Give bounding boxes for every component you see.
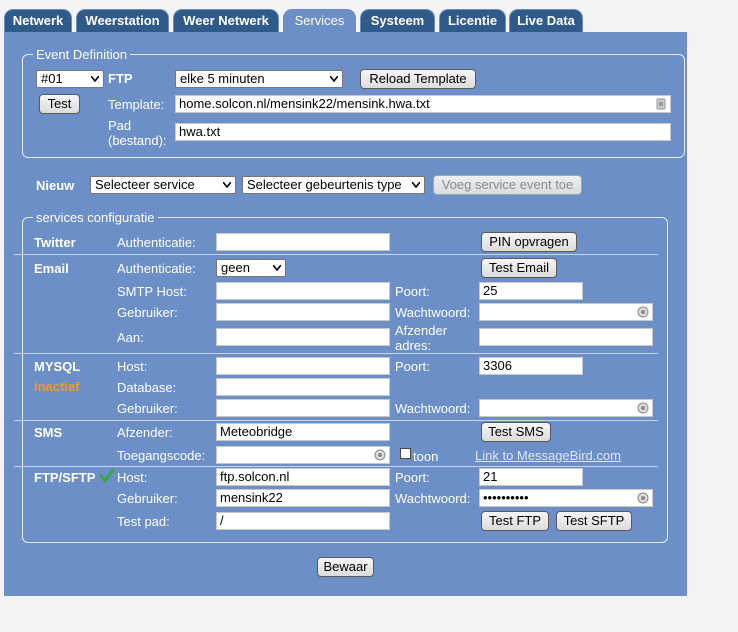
- show-code-checkbox[interactable]: [400, 448, 411, 459]
- mysql-db-label: Database:: [117, 380, 177, 395]
- messagebird-link[interactable]: Link to MessageBird.com: [475, 448, 621, 463]
- show-code-label: toon: [413, 449, 439, 464]
- tab-netwerk[interactable]: Netwerk: [4, 9, 72, 32]
- email-password-label: Wachtwoord:: [395, 305, 471, 320]
- mysql-host-label: Host:: [117, 359, 148, 374]
- sms-title: SMS: [34, 425, 63, 440]
- service-select[interactable]: Selecteer service: [90, 176, 236, 194]
- tab-licentie[interactable]: Licentie: [439, 9, 506, 32]
- ftp-user-input[interactable]: mensink22: [216, 489, 390, 507]
- mysql-status-badge: inactief: [34, 379, 80, 394]
- tab-live-data[interactable]: Live Data: [509, 9, 583, 32]
- tab-services[interactable]: Services: [283, 9, 356, 32]
- event-definition-legend: Event Definition: [36, 47, 128, 62]
- ftp-password-input[interactable]: ••••••••••: [479, 489, 653, 507]
- save-button[interactable]: Bewaar: [317, 557, 374, 577]
- mysql-title: MYSQL: [34, 359, 81, 374]
- test-event-button[interactable]: Test: [39, 94, 80, 114]
- mysql-port-label: Poort:: [395, 359, 430, 374]
- interval-select[interactable]: elke 5 minuten: [175, 70, 343, 88]
- email-password-input[interactable]: [479, 303, 653, 321]
- email-auth-select[interactable]: geen: [216, 259, 286, 277]
- chevron-down-icon: [91, 76, 99, 82]
- ftp-password-label: Wachtwoord:: [395, 491, 471, 506]
- ftp-user-label: Gebruiker:: [117, 491, 178, 506]
- checkmark-icon: [99, 468, 115, 483]
- chevron-down-icon: [330, 76, 338, 82]
- test-email-button[interactable]: Test Email: [481, 258, 557, 278]
- sms-code-label: Toegangscode:: [117, 448, 206, 463]
- ftp-testpath-input[interactable]: /: [216, 512, 390, 530]
- twitter-title: Twitter: [34, 235, 76, 250]
- divider: [14, 353, 658, 354]
- chevron-down-icon: [223, 182, 231, 188]
- template-label: Template:: [108, 97, 165, 112]
- tab-systeem[interactable]: Systeem: [360, 9, 435, 32]
- mysql-password-label: Wachtwoord:: [395, 401, 471, 416]
- pad-label: Pad (bestand):: [108, 118, 167, 148]
- mysql-user-input[interactable]: [216, 399, 390, 417]
- sms-sender-label: Afzender:: [117, 425, 173, 440]
- template-input[interactable]: home.solcon.nl/mensink22/mensink.hwa.txt: [175, 95, 671, 113]
- autofill-icon: [656, 98, 666, 110]
- password-reveal-icon: [637, 492, 649, 504]
- mysql-db-input[interactable]: [216, 378, 390, 396]
- divider: [14, 466, 658, 467]
- email-user-input[interactable]: [216, 303, 390, 321]
- twitter-auth-label: Authenticatie:: [117, 235, 196, 250]
- sms-sender-input[interactable]: Meteobridge: [216, 423, 390, 441]
- email-port-label: Poort:: [395, 284, 430, 299]
- email-auth-label: Authenticatie:: [117, 261, 196, 276]
- email-port-input[interactable]: 25: [479, 282, 583, 300]
- tab-weerstation[interactable]: Weerstation: [76, 9, 169, 32]
- tab-weer-netwerk[interactable]: Weer Netwerk: [173, 9, 279, 32]
- email-sender-input[interactable]: [479, 328, 653, 346]
- services-panel: Event Definition #01 FTP elke 5 minuten …: [4, 32, 687, 596]
- email-user-label: Gebruiker:: [117, 305, 178, 320]
- pad-input[interactable]: hwa.txt: [175, 123, 671, 141]
- new-event-label: Nieuw: [36, 178, 75, 193]
- ftp-host-label: Host:: [117, 470, 148, 485]
- reload-template-button[interactable]: Reload Template: [360, 69, 476, 89]
- ftp-port-label: Poort:: [395, 470, 430, 485]
- test-sms-button[interactable]: Test SMS: [481, 422, 551, 442]
- password-reveal-icon: [637, 306, 649, 318]
- mysql-host-input[interactable]: [216, 357, 390, 375]
- event-type-select[interactable]: Selecteer gebeurtenis type: [242, 176, 425, 194]
- password-reveal-icon: [637, 402, 649, 414]
- email-to-input[interactable]: [216, 328, 390, 346]
- add-service-event-button[interactable]: Voeg service event toe: [433, 175, 582, 195]
- ftp-testpath-label: Test pad:: [117, 514, 170, 529]
- password-reveal-icon: [374, 449, 386, 461]
- twitter-auth-input[interactable]: [216, 233, 390, 251]
- mysql-user-label: Gebruiker:: [117, 401, 178, 416]
- ftp-port-input[interactable]: 21: [479, 468, 583, 486]
- ftp-title: FTP/SFTP: [34, 470, 96, 485]
- chevron-down-icon: [412, 182, 420, 188]
- email-title: Email: [34, 261, 69, 276]
- divider: [14, 420, 658, 421]
- mysql-port-input[interactable]: 3306: [479, 357, 583, 375]
- event-number-select[interactable]: #01: [36, 70, 104, 88]
- mysql-password-input[interactable]: [479, 399, 653, 417]
- divider: [14, 254, 658, 255]
- event-type-label: FTP: [108, 71, 133, 86]
- email-to-label: Aan:: [117, 330, 144, 345]
- test-sftp-button[interactable]: Test SFTP: [556, 511, 632, 531]
- chevron-down-icon: [273, 265, 281, 271]
- smtp-host-label: SMTP Host:: [117, 284, 187, 299]
- sms-code-input[interactable]: [216, 446, 390, 464]
- smtp-host-input[interactable]: [216, 282, 390, 300]
- email-sender-label: Afzender adres:: [395, 323, 448, 353]
- ftp-host-input[interactable]: ftp.solcon.nl: [216, 468, 390, 486]
- pin-request-button[interactable]: PIN opvragen: [481, 232, 577, 252]
- test-ftp-button[interactable]: Test FTP: [481, 511, 549, 531]
- services-config-legend: services configuratie: [36, 210, 155, 225]
